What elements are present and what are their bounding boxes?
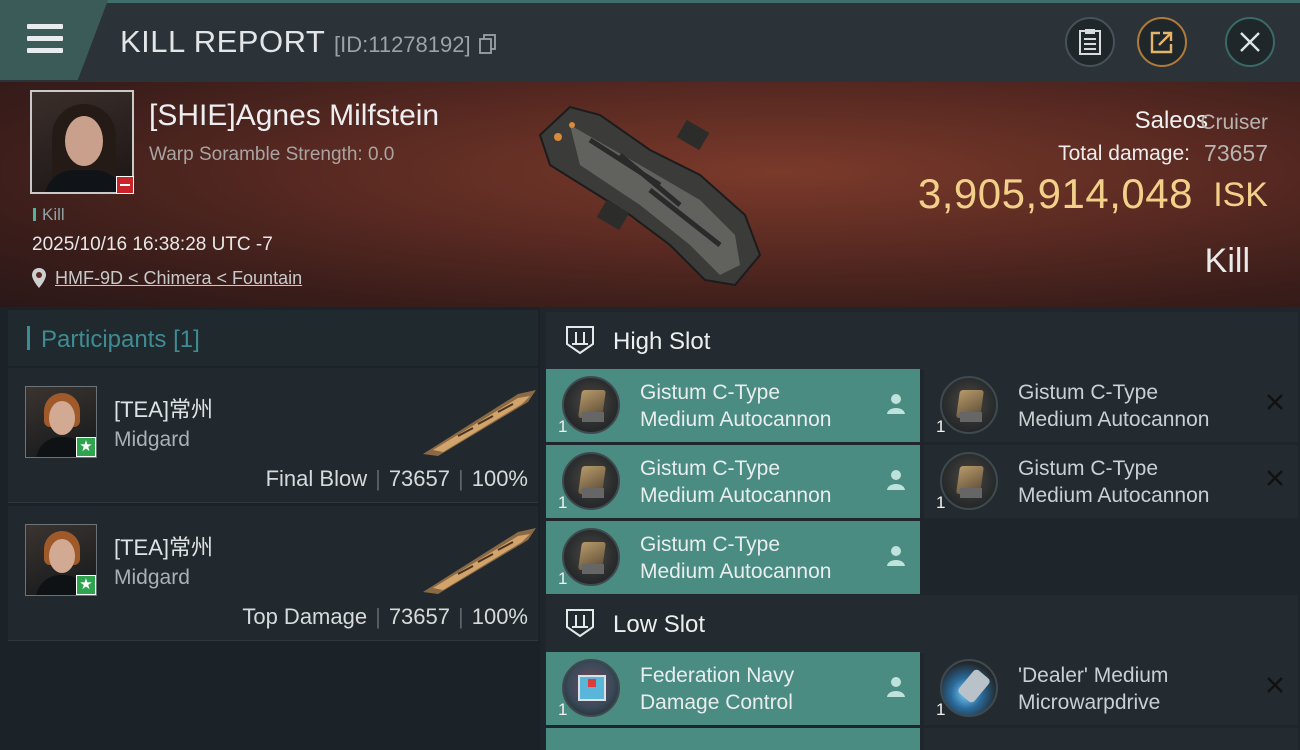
participant-damage: 73657 xyxy=(388,604,450,629)
module-slot[interactable]: 1 Gistum C-Type Medium Autocannon xyxy=(546,445,920,518)
share-button[interactable] xyxy=(1137,17,1187,67)
ship-name[interactable]: Saleos xyxy=(1135,107,1208,135)
module-slot[interactable] xyxy=(546,728,920,750)
low-slot-icon xyxy=(566,609,594,638)
autocannon-icon xyxy=(562,452,620,510)
autocannon-icon xyxy=(562,528,620,586)
weapon-icon xyxy=(423,528,536,594)
microwarpdrive-icon xyxy=(940,659,998,717)
ally-star-icon: ★ xyxy=(76,575,96,595)
participant-corp: Midgard xyxy=(114,566,190,589)
participant-role: Final Blow xyxy=(265,466,368,491)
module-quantity: 1 xyxy=(558,700,568,719)
high-slot-header: High Slot xyxy=(546,312,1298,370)
clipboard-icon xyxy=(1079,29,1101,55)
participant-row[interactable]: ★ [TEA]常州 Midgard Top Damage | 73657 | 100% xyxy=(8,506,538,641)
module-name-line2: Medium Autocannon xyxy=(640,560,832,583)
page-title: KILL REPORT xyxy=(120,24,326,59)
participants-count: [1] xyxy=(173,326,200,353)
module-name-line2: Microwarpdrive xyxy=(1018,691,1161,714)
participant-corp: Midgard xyxy=(114,428,190,451)
menu-icon[interactable] xyxy=(27,24,63,54)
copy-icon[interactable] xyxy=(478,34,497,54)
warp-scramble-strength: Warp Soramble Strength: 0.0 xyxy=(149,144,395,165)
module-name-line1: Gistum C-Type xyxy=(1018,381,1159,404)
ship-render xyxy=(538,105,762,287)
fitted-person-icon xyxy=(887,394,905,414)
module-name-line1: Federation Navy xyxy=(640,664,795,687)
autocannon-icon xyxy=(940,452,998,510)
module-slot[interactable]: 1 'Dealer' Medium Microwarpdrive xyxy=(924,652,1298,725)
high-slot-title: High Slot xyxy=(613,328,711,355)
destroyed-x-icon xyxy=(1267,470,1283,486)
module-name-line1: Gistum C-Type xyxy=(640,457,781,480)
module-name-line2: Medium Autocannon xyxy=(1018,408,1210,431)
module-name-line2: Medium Autocannon xyxy=(1018,484,1210,507)
location-pin-icon xyxy=(32,268,46,288)
module-name-line2: Medium Autocannon xyxy=(640,484,832,507)
destroyed-x-icon xyxy=(1267,394,1283,410)
participant-percent: 100% xyxy=(471,466,528,491)
participants-title-text: Participants xyxy=(41,326,167,353)
fitted-person-icon xyxy=(887,677,905,697)
module-slot[interactable]: 1 Gistum C-Type Medium Autocannon xyxy=(924,369,1298,442)
location-link[interactable]: HMF-9D < Chimera < Fountain xyxy=(55,268,302,289)
participant-damage: 73657 xyxy=(388,466,450,491)
notes-button[interactable] xyxy=(1065,17,1115,67)
destroyed-x-icon xyxy=(1267,677,1283,693)
module-slot[interactable]: 1 Gistum C-Type Medium Autocannon xyxy=(924,445,1298,518)
autocannon-icon xyxy=(940,376,998,434)
participant-row[interactable]: ★ [TEA]常州 Midgard Final Blow | 73657 | 100% xyxy=(8,368,538,503)
module-name-line2: Medium Autocannon xyxy=(640,408,832,431)
close-button[interactable] xyxy=(1225,17,1275,67)
fitted-person-icon xyxy=(887,470,905,490)
participant-stats: Top Damage | 73657 | 100% xyxy=(242,604,528,629)
module-quantity: 1 xyxy=(936,417,946,436)
result-label: Kill xyxy=(1204,242,1250,280)
fitted-person-icon xyxy=(887,546,905,566)
autocannon-icon xyxy=(562,376,620,434)
weapon-icon xyxy=(423,390,536,456)
module-slot[interactable]: 1 Gistum C-Type Medium Autocannon xyxy=(546,521,920,594)
module-quantity: 1 xyxy=(936,700,946,719)
ship-class: Cruiser xyxy=(1200,111,1268,134)
module-name-line1: 'Dealer' Medium xyxy=(1018,664,1169,687)
module-name-line1: Gistum C-Type xyxy=(640,381,781,404)
module-name-line1: Gistum C-Type xyxy=(1018,457,1159,480)
participant-role: Top Damage xyxy=(242,604,368,629)
total-damage-label: Total damage: xyxy=(1058,142,1190,165)
hostile-badge-icon xyxy=(116,176,134,194)
ally-star-icon: ★ xyxy=(76,437,96,457)
module-name-line2: Damage Control xyxy=(640,691,793,714)
module-slot[interactable]: 1 Federation Navy Damage Control xyxy=(546,652,920,725)
low-slot-title: Low Slot xyxy=(613,611,706,638)
isk-unit: ISK xyxy=(1213,176,1268,214)
participants-title[interactable]: Participants [1] xyxy=(41,326,200,354)
module-quantity: 1 xyxy=(558,417,568,436)
report-id: [ID:11278192] xyxy=(334,32,497,58)
kill-tag: Kill xyxy=(33,205,65,225)
participant-stats: Final Blow | 73657 | 100% xyxy=(265,466,528,491)
participant-name: [TEA]常州 xyxy=(114,535,214,560)
module-name-line1: Gistum C-Type xyxy=(640,533,781,556)
participant-percent: 100% xyxy=(471,604,528,629)
module-slot[interactable]: 1 Gistum C-Type Medium Autocannon xyxy=(546,369,920,442)
victim-name[interactable]: [SHIE]Agnes Milfstein xyxy=(149,99,439,133)
total-damage-value: 73657 xyxy=(1204,140,1268,166)
module-quantity: 1 xyxy=(936,493,946,512)
low-slot-header: Low Slot xyxy=(546,595,1298,653)
kill-datetime: 2025/10/16 16:38:28 UTC -7 xyxy=(32,234,273,255)
close-icon xyxy=(1240,32,1260,52)
participant-name: [TEA]常州 xyxy=(114,397,214,422)
damage-control-icon xyxy=(562,659,620,717)
report-id-text: [ID:11278192] xyxy=(334,32,471,57)
module-quantity: 1 xyxy=(558,493,568,512)
high-slot-icon xyxy=(566,326,594,355)
module-slot[interactable] xyxy=(924,728,1298,750)
share-icon xyxy=(1150,31,1173,54)
module-quantity: 1 xyxy=(558,569,568,588)
isk-value: 3,905,914,048 xyxy=(917,170,1193,217)
participants-accent-bar xyxy=(27,326,30,350)
